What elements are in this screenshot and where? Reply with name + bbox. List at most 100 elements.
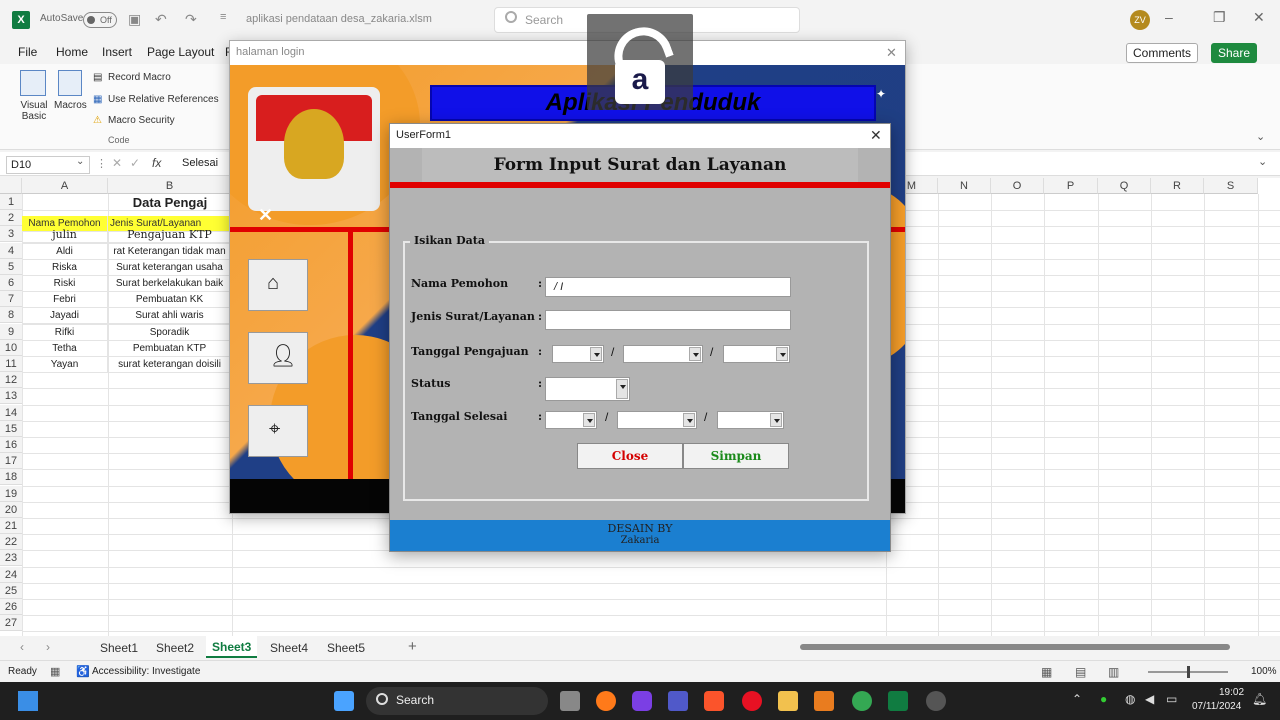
microphone-icon[interactable]: ● (1100, 692, 1107, 706)
row-header[interactable]: 26 (0, 599, 22, 615)
row-header[interactable]: 11 (0, 356, 22, 372)
exit-icon[interactable]: ✕ (258, 205, 273, 226)
home-button[interactable]: ⌂ (248, 259, 308, 311)
table-cell[interactable]: Riska (22, 259, 108, 276)
table-cell[interactable]: Jayadi (22, 308, 108, 325)
row-header[interactable]: 9 (0, 323, 22, 340)
column-header[interactable]: N (938, 178, 991, 194)
horizontal-scrollbar[interactable] (800, 644, 1230, 650)
zoom-level[interactable]: 100% (1251, 666, 1277, 677)
save-icon[interactable]: ▣ (128, 11, 141, 28)
macros-icon[interactable] (58, 70, 82, 96)
row-header[interactable]: 12 (0, 372, 22, 389)
close-icon[interactable]: ✕ (1253, 9, 1265, 26)
file-explorer-icon[interactable] (778, 691, 798, 711)
autosave-toggle[interactable]: Off (83, 12, 117, 28)
tanggal-pengajuan-day-combo[interactable] (552, 345, 604, 363)
select-all-corner[interactable] (0, 178, 22, 194)
tanggal-selesai-day-combo[interactable] (545, 411, 597, 429)
page-layout-view-icon[interactable]: ▤ (1075, 665, 1086, 679)
row-header[interactable]: 27 (0, 615, 22, 632)
row-header[interactable]: 17 (0, 453, 22, 470)
dropdown-arrow-icon[interactable] (616, 379, 628, 399)
cancel-icon[interactable]: ✕ (112, 156, 122, 170)
network-icon[interactable]: ◍ (1125, 692, 1135, 706)
normal-view-icon[interactable]: ▦ (1041, 665, 1052, 679)
comments-button[interactable]: Comments (1126, 43, 1199, 63)
excel-taskbar-icon[interactable] (888, 691, 908, 711)
table-cell[interactable]: Pembuatan KK (108, 292, 232, 309)
table-cell[interactable]: Aldi (22, 243, 108, 260)
function-icon[interactable]: fx (152, 156, 161, 170)
row-header[interactable]: 2 (0, 210, 22, 227)
clock-date[interactable]: 07/11/2024 (1192, 701, 1241, 712)
tanggal-pengajuan-month-combo[interactable] (623, 345, 703, 363)
row-header[interactable]: 22 (0, 534, 22, 551)
share-button[interactable]: Share (1211, 43, 1258, 63)
simpan-button[interactable]: Simpan (683, 443, 789, 469)
clock-time[interactable]: 19:02 (1219, 687, 1244, 698)
chrome-icon[interactable] (852, 691, 872, 711)
tab-file[interactable]: File (18, 45, 37, 59)
tab-insert[interactable]: Insert (102, 45, 132, 59)
recorder-icon[interactable] (926, 691, 946, 711)
visual-basic-icon[interactable] (20, 70, 46, 96)
avatar[interactable]: ZV (1130, 10, 1150, 30)
visual-basic-label[interactable]: Visual Basic (17, 100, 51, 122)
brave-icon[interactable] (704, 691, 724, 711)
login-close-icon[interactable]: ✕ (886, 45, 897, 61)
sheet-tab[interactable]: Sheet2 (156, 641, 194, 655)
close-button[interactable]: Close (577, 443, 683, 469)
tanggal-pengajuan-year-combo[interactable] (723, 345, 790, 363)
macro-record-icon[interactable]: ▦ (50, 665, 60, 678)
row-header[interactable]: 21 (0, 518, 22, 534)
location-button[interactable]: ⌖ (248, 405, 308, 457)
dropdown-arrow-icon[interactable] (683, 413, 695, 427)
taskbar-search[interactable] (366, 687, 548, 715)
column-header[interactable]: P (1044, 178, 1098, 194)
row-header[interactable]: 18 (0, 469, 22, 486)
table-cell[interactable]: surat keterangan doisili (108, 357, 232, 373)
row-header[interactable]: 7 (0, 291, 22, 308)
dropdown-arrow-icon[interactable] (776, 347, 788, 361)
dropdown-arrow-icon[interactable] (583, 413, 595, 427)
notification-icon[interactable]: 🔔︎ (1252, 692, 1267, 706)
tanggal-selesai-year-combo[interactable] (717, 411, 784, 429)
dropdown-arrow-icon[interactable] (590, 347, 602, 361)
firefox-icon[interactable] (596, 691, 616, 711)
battery-icon[interactable]: ▭ (1166, 692, 1177, 706)
sheet-tab-active[interactable]: Sheet3 (206, 636, 258, 658)
table-cell[interactable]: Surat berkelakukan baik (108, 276, 232, 292)
macros-label[interactable]: Macros (54, 100, 87, 111)
row-header[interactable]: 20 (0, 501, 22, 518)
macro-security-button[interactable]: Macro Security (108, 115, 175, 126)
tab-page-layout[interactable]: Page Layout (147, 45, 214, 59)
copilot-icon[interactable] (632, 691, 652, 711)
row-header[interactable]: 1 (0, 194, 22, 210)
customize-quick-access-icon[interactable]: ≡ (220, 11, 226, 23)
show-hidden-icons[interactable]: ⌃ (1072, 692, 1082, 706)
column-header[interactable]: A (22, 178, 108, 194)
table-cell[interactable]: Tetha (22, 340, 108, 357)
table-cell[interactable]: Rifki (22, 324, 108, 341)
redo-icon[interactable]: ↷ (185, 11, 197, 28)
enter-icon[interactable]: ✓ (130, 156, 140, 170)
tanggal-selesai-month-combo[interactable] (617, 411, 697, 429)
user-button[interactable]: 👤︎ (248, 332, 308, 384)
relative-references-button[interactable]: Use Relative References (108, 94, 219, 105)
dropdown-arrow-icon[interactable] (770, 413, 782, 427)
table-cell[interactable]: Surat ahli waris (108, 308, 232, 325)
collapse-ribbon-icon[interactable]: ⌄ (1256, 130, 1265, 143)
record-macro-button[interactable]: Record Macro (108, 72, 171, 83)
add-sheet-icon[interactable]: + (408, 638, 417, 655)
row-header[interactable]: 10 (0, 339, 22, 356)
row-header[interactable]: 25 (0, 582, 22, 599)
tab-home[interactable]: Home (56, 45, 88, 59)
table-cell[interactable]: julin (22, 227, 108, 244)
column-header[interactable]: Q (1098, 178, 1151, 194)
dropdown-arrow-icon[interactable] (689, 347, 701, 361)
teams-icon[interactable] (668, 691, 688, 711)
row-header[interactable]: 5 (0, 258, 22, 275)
row-header[interactable]: 14 (0, 404, 22, 421)
row-header[interactable]: 3 (0, 226, 22, 243)
